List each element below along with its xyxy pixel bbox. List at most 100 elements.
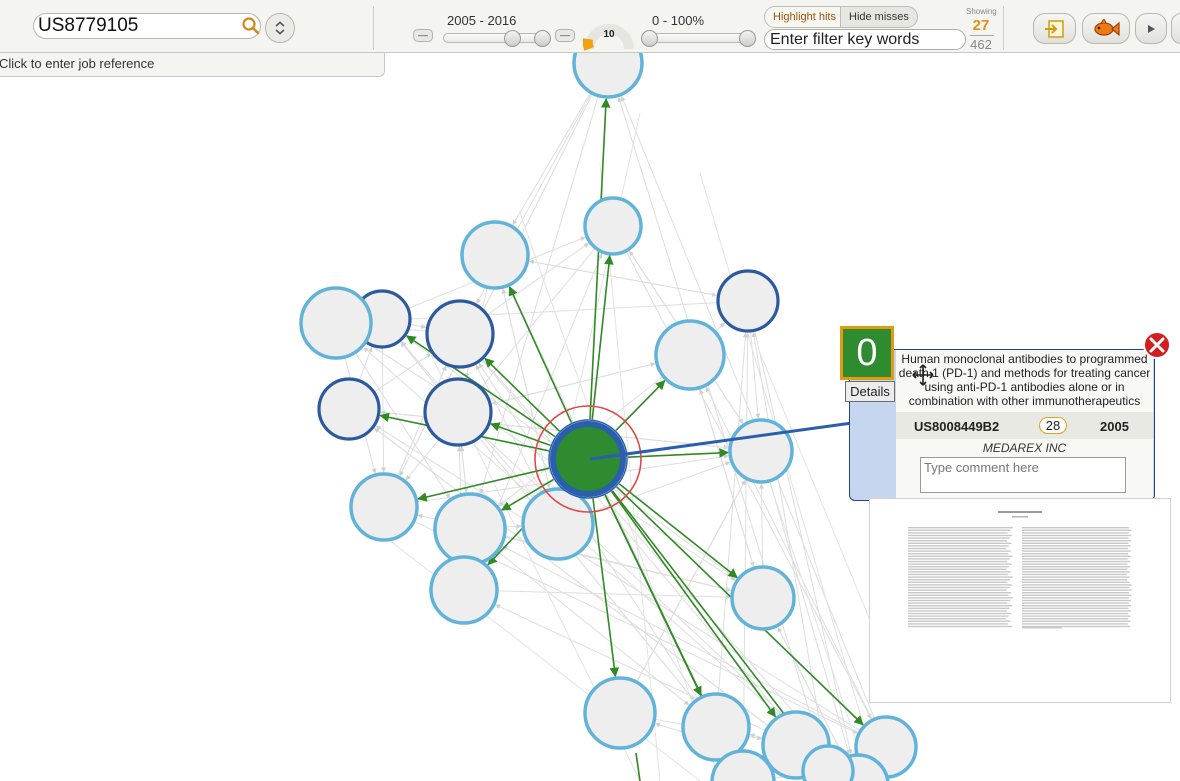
- thumbnail-text-line: [1022, 579, 1127, 581]
- export-button[interactable]: [1033, 13, 1076, 44]
- thumbnail-text-line: [908, 594, 1009, 596]
- thumbnail-text-line: [908, 573, 1009, 576]
- relevance-range-label: 0 - 100%: [652, 13, 705, 28]
- patent-node[interactable]: [801, 744, 855, 781]
- patent-node[interactable]: [460, 220, 530, 290]
- background-edge: [759, 483, 765, 568]
- thumbnail-text-line: [908, 612, 1012, 615]
- thumbnail-text-line: [1022, 527, 1129, 529]
- relevance-score-badge: 0: [840, 326, 894, 380]
- patent-node[interactable]: [317, 377, 381, 441]
- patent-node[interactable]: [716, 269, 780, 333]
- thumbnail-text-line: [1022, 620, 1131, 622]
- patent-document-preview[interactable]: [869, 498, 1171, 703]
- thumbnail-text-line: [1022, 599, 1132, 602]
- thumbnail-text-line: [1022, 612, 1129, 615]
- year-range-increase-button[interactable]: ––: [555, 29, 575, 42]
- background-edge: [409, 323, 427, 329]
- patent-node[interactable]: [349, 472, 419, 542]
- thumbnail-text-line: [1022, 625, 1131, 628]
- patent-detail-popup: Human monoclonal antibodies to programme…: [849, 349, 1155, 501]
- relevance-range-slider[interactable]: [642, 33, 754, 43]
- fish-button[interactable]: [1082, 13, 1130, 44]
- thumbnail-text-line: [1022, 610, 1131, 612]
- thumbnail-text-line: [908, 542, 1012, 544]
- search-history-button[interactable]: [265, 13, 295, 43]
- thumbnail-text-line: [1022, 568, 1128, 570]
- patent-node[interactable]: [730, 565, 796, 631]
- patent-node[interactable]: [299, 286, 373, 360]
- job-reference-bar[interactable]: Click to enter job reference: [0, 53, 385, 77]
- focus-patent-node[interactable]: [550, 421, 626, 497]
- thumbnail-text-line: [1022, 602, 1129, 604]
- details-button[interactable]: Details: [845, 381, 895, 402]
- comment-input[interactable]: Type comment here: [920, 457, 1126, 493]
- thumbnail-text-line: [908, 547, 1007, 550]
- thumbnail-text-line: [1022, 615, 1131, 617]
- thumbnail-text-line: [1022, 537, 1129, 539]
- relevance-slider-max-handle[interactable]: [739, 30, 756, 47]
- thumbnail-text-line: [908, 560, 1008, 563]
- thumbnail-text-line: [1022, 607, 1129, 609]
- thumbnail-text-line: [908, 610, 1007, 612]
- showing-count: 27: [972, 17, 990, 34]
- toolbar-divider: [373, 6, 374, 50]
- thumbnail-text-line: [1022, 553, 1128, 555]
- patent-node[interactable]: [433, 492, 507, 566]
- play-button[interactable]: [1135, 13, 1167, 44]
- patent-node[interactable]: [583, 676, 657, 750]
- patent-node[interactable]: [728, 418, 794, 484]
- patent-nodes[interactable]: [299, 53, 918, 781]
- thumbnail-heading-line: [998, 511, 1042, 513]
- thumbnail-text-line: [908, 620, 1011, 622]
- thumbnail-text-line: [908, 615, 1009, 617]
- relevance-slider-min-handle[interactable]: [641, 30, 658, 47]
- highlight-hits-button[interactable]: Highlight hits: [764, 6, 845, 28]
- background-edge: [379, 532, 701, 781]
- background-edge: [512, 92, 592, 226]
- thumbnail-text-line: [1022, 594, 1132, 596]
- thumbnail-text-line: [908, 568, 1007, 570]
- thumbnail-text-line: [1022, 550, 1131, 552]
- document-thumbnail: [908, 511, 1132, 629]
- filter-keywords-input[interactable]: Enter filter key words: [764, 29, 966, 50]
- patent-search-input[interactable]: US8779105: [33, 13, 261, 39]
- thumbnail-text-line: [1022, 627, 1062, 629]
- year-range-decrease-button[interactable]: ––: [413, 29, 433, 42]
- thumbnail-text-line: [1022, 584, 1132, 586]
- patent-number[interactable]: US8008449B2: [914, 419, 999, 434]
- thumbnail-text-line: [1022, 555, 1131, 557]
- thumbnail-text-line: [908, 586, 1010, 589]
- background-edge: [372, 302, 719, 324]
- thumbnail-text-line: [1022, 589, 1132, 591]
- thumbnail-text-line: [1022, 618, 1128, 620]
- thumbnail-text-line: [908, 602, 1008, 604]
- close-icon[interactable]: [1142, 330, 1172, 360]
- thumbnail-text-line: [1022, 545, 1131, 547]
- background-edge: [381, 346, 387, 473]
- thumbnail-text-line: [908, 625, 1013, 628]
- year-slider-min-handle[interactable]: [504, 30, 521, 47]
- patent-node[interactable]: [425, 299, 495, 369]
- patent-assignee: MEDAREX INC: [982, 441, 1067, 455]
- thumbnail-text-line: [1022, 542, 1129, 544]
- search-icon[interactable]: [241, 16, 261, 36]
- thumbnail-text-line: [908, 566, 1009, 568]
- patent-node[interactable]: [521, 487, 595, 561]
- hide-misses-button[interactable]: Hide misses: [840, 6, 918, 28]
- patent-node[interactable]: [583, 196, 643, 256]
- patent-node[interactable]: [572, 53, 644, 99]
- patent-node[interactable]: [429, 555, 499, 625]
- thumbnail-text-line: [908, 550, 1011, 552]
- thumbnail-text-line: [908, 563, 1012, 565]
- thumbnail-text-line: [908, 555, 1013, 557]
- more-button[interactable]: [1171, 13, 1180, 44]
- thumbnail-text-line: [1022, 534, 1132, 537]
- thumbnail-text-line: [908, 576, 1013, 578]
- patent-node[interactable]: [654, 319, 726, 391]
- background-edge: [750, 330, 761, 419]
- year-slider-max-handle[interactable]: [534, 30, 551, 47]
- thumbnail-text-line: [1022, 623, 1128, 625]
- showing-label: Showing: [966, 7, 997, 16]
- patent-node[interactable]: [423, 377, 493, 447]
